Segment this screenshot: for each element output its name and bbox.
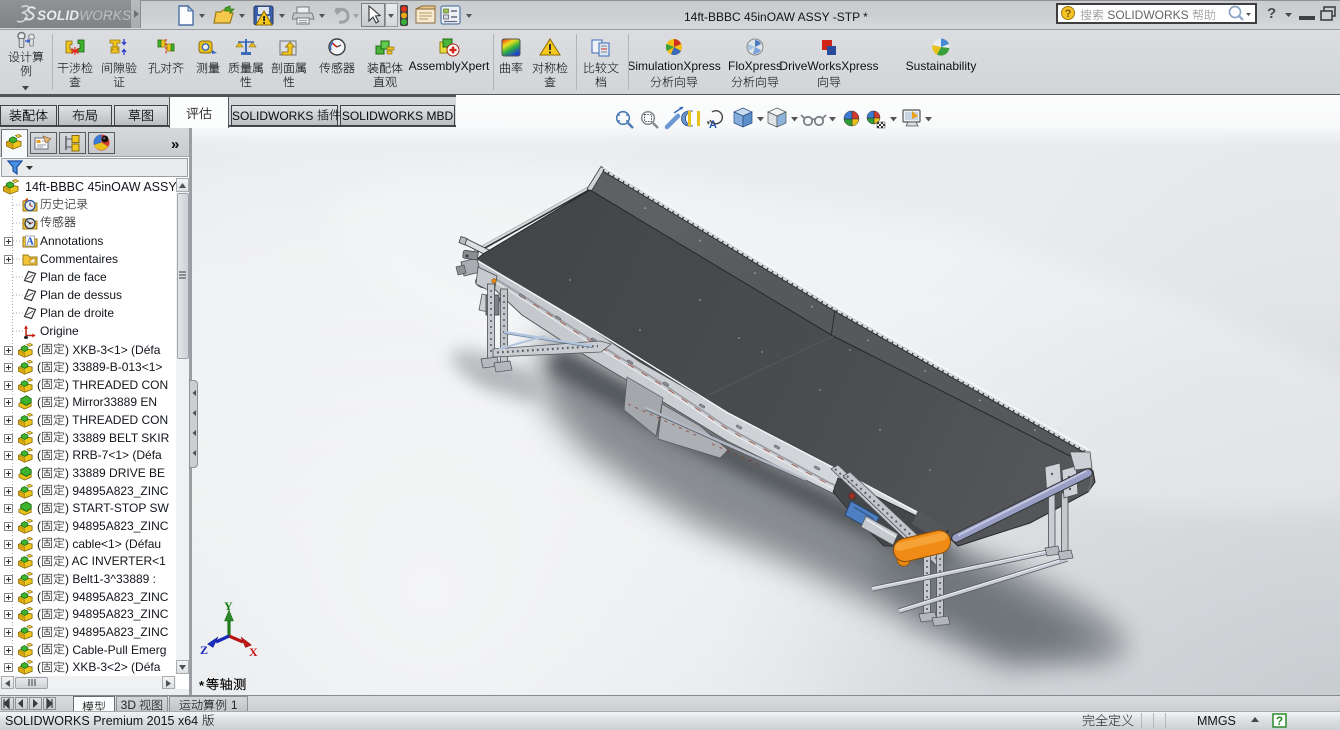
svg-text:X: X bbox=[249, 645, 258, 659]
svg-text:?: ? bbox=[1276, 716, 1283, 728]
svg-text:Z: Z bbox=[200, 643, 208, 657]
svg-text:?: ? bbox=[1065, 8, 1072, 20]
svg-text:Y: Y bbox=[224, 599, 233, 613]
svg-text:A: A bbox=[26, 237, 34, 248]
